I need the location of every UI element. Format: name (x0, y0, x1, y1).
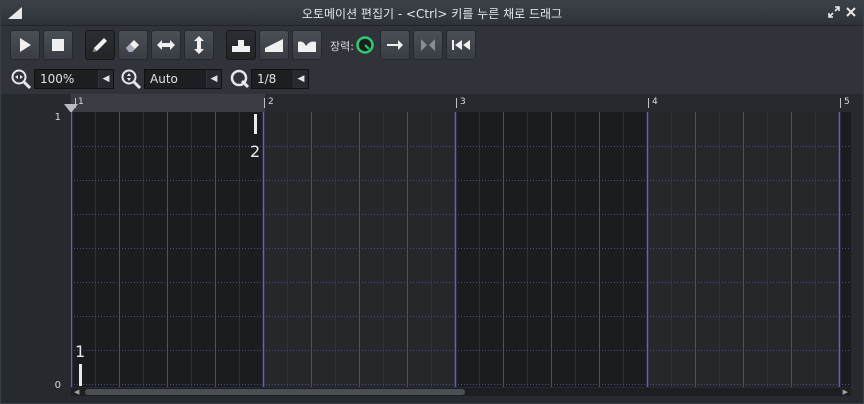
bar-tick (648, 98, 649, 108)
flip-horizontal-button[interactable] (151, 30, 181, 60)
grid-canvas (71, 112, 851, 387)
cubic-progression-button[interactable] (292, 30, 322, 60)
cubic-icon (298, 41, 316, 52)
eraser-icon (126, 40, 139, 52)
play-icon (20, 38, 31, 52)
bar-number: 3 (460, 97, 466, 107)
vertical-zoom-value: Auto (150, 72, 178, 86)
quantize-icon (230, 69, 250, 89)
pencil-icon (93, 38, 107, 52)
bar-number: 2 (268, 97, 274, 107)
window-title: 오토메이션 편집기 - <Ctrl> 키를 누른 채로 드래그 (301, 7, 563, 21)
restore-icon[interactable] (827, 6, 841, 20)
bar-background (839, 112, 851, 387)
bar-number: 4 (652, 97, 658, 107)
vertical-zoom-select[interactable]: Auto ◀ (144, 69, 222, 89)
flip-vertical-button[interactable] (184, 30, 214, 60)
tension-knob[interactable] (355, 35, 375, 55)
automation-editor-area: 1 2 3 4 5 1 0 2 1 ◀ ▶ (1, 94, 863, 403)
skip-back-icon (452, 40, 470, 50)
linear-icon (265, 39, 283, 52)
flow-arrow-button[interactable] (380, 30, 410, 60)
horizontal-zoom-value: 100% (40, 72, 75, 86)
play-button[interactable] (10, 30, 40, 60)
vertical-zoom-icon (121, 69, 142, 90)
horizontal-arrows-icon (157, 40, 175, 50)
value-max-label: 1 (54, 112, 61, 123)
mirror-icon (421, 39, 435, 51)
horizontal-scrollbar[interactable]: ◀ ▶ (71, 388, 851, 396)
quantize-select[interactable]: 1/8 ◀ (251, 69, 309, 89)
stop-button[interactable] (43, 30, 73, 60)
vertical-arrows-icon (194, 36, 204, 54)
automation-point[interactable] (254, 114, 257, 134)
value-min-label: 0 (54, 380, 61, 391)
bar-tick (840, 98, 841, 108)
bar-tick (456, 98, 457, 108)
horizontal-zoom-icon (11, 69, 32, 90)
automation-point[interactable] (79, 364, 82, 386)
automation-grid[interactable] (71, 112, 851, 387)
chevron-left-icon: ◀ (98, 70, 113, 88)
draw-mode-button[interactable] (85, 30, 115, 60)
scrollbar-thumb[interactable] (85, 389, 465, 395)
scroll-right-icon[interactable]: ▶ (843, 388, 848, 396)
mirror-button[interactable] (413, 30, 443, 60)
chevron-left-icon: ◀ (293, 70, 308, 88)
main-toolbar: 장력: (1, 26, 863, 64)
automation-point-label: 1 (75, 342, 86, 361)
stop-icon (52, 39, 64, 51)
rewind-button[interactable] (446, 30, 476, 60)
loop-region[interactable] (71, 94, 265, 112)
discrete-progression-button[interactable] (226, 30, 256, 60)
zoom-toolbar: 100% ◀ Auto ◀ 1/8 ◀ (1, 64, 863, 94)
close-icon[interactable] (844, 6, 858, 20)
arrow-right-icon (387, 40, 403, 50)
automation-point-label: 2 (250, 142, 261, 161)
automation-editor-window: 오토메이션 편집기 - <Ctrl> 키를 누른 채로 드래그 장력: 100%… (0, 0, 864, 404)
linear-progression-button[interactable] (259, 30, 289, 60)
tension-label: 장력: (330, 40, 354, 53)
bar-number: 5 (844, 97, 850, 107)
value-axis: 1 0 (1, 112, 71, 391)
title-bar: 오토메이션 편집기 - <Ctrl> 키를 누른 채로 드래그 (1, 1, 863, 26)
timeline-ruler[interactable]: 1 2 3 4 5 (71, 94, 851, 112)
chevron-left-icon: ◀ (206, 70, 221, 88)
erase-mode-button[interactable] (118, 30, 148, 60)
horizontal-zoom-select[interactable]: 100% ◀ (34, 69, 114, 89)
scroll-left-icon[interactable]: ◀ (74, 388, 79, 396)
bar-tick (264, 98, 265, 108)
quantize-value: 1/8 (257, 72, 277, 86)
discrete-icon (232, 40, 250, 52)
bar-number: 1 (78, 97, 84, 107)
